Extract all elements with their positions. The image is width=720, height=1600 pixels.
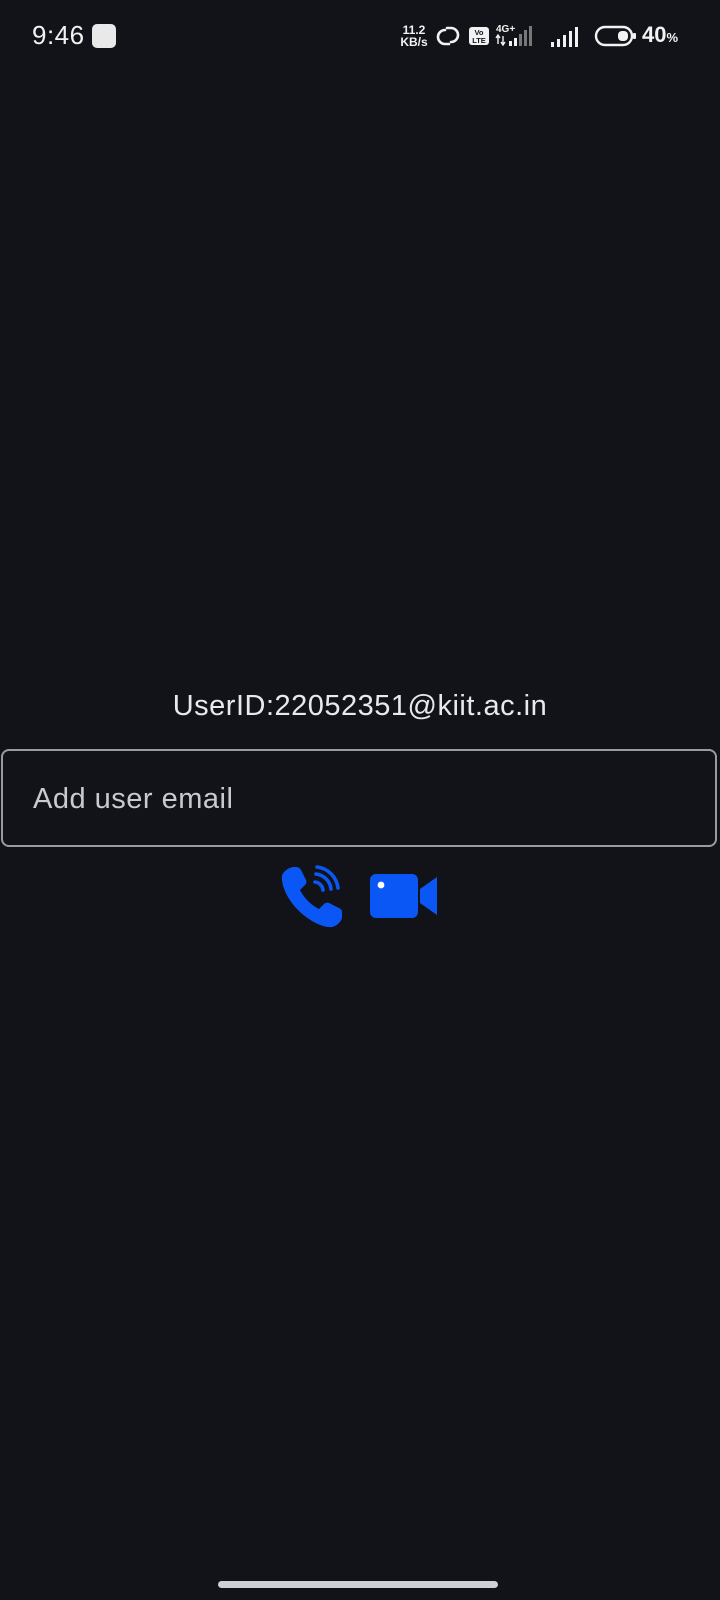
user-id-label: UserID:22052351@kiit.ac.in	[172, 690, 548, 722]
status-bar: 9:46 11.2 KB/s Vo LTE 4G+ 40%	[0, 0, 720, 72]
notification-square-icon	[92, 24, 116, 48]
voice-call-icon[interactable]	[280, 864, 348, 930]
add-user-email-input[interactable]	[31, 751, 695, 847]
battery-unit: %	[666, 30, 679, 45]
network-type-text: 4G+	[496, 24, 515, 35]
battery-percentage: 40%	[642, 22, 678, 48]
clock-time: 9:46	[32, 20, 85, 50]
network-speed-unit: KB/s	[400, 35, 428, 49]
battery-icon	[594, 25, 636, 47]
video-call-icon[interactable]	[369, 873, 439, 919]
home-indicator[interactable]	[218, 1581, 498, 1588]
hotspot-link-icon	[436, 26, 460, 46]
volte-icon: Vo LTE	[469, 27, 489, 45]
volte-bottom-text: LTE	[472, 36, 486, 45]
battery-level: 40	[642, 22, 667, 47]
email-field-container	[1, 749, 717, 847]
signal-sim1-icon: 4G+	[495, 24, 532, 47]
signal-sim2-icon	[551, 27, 578, 47]
network-speed: 11.2 KB/s	[398, 24, 430, 48]
